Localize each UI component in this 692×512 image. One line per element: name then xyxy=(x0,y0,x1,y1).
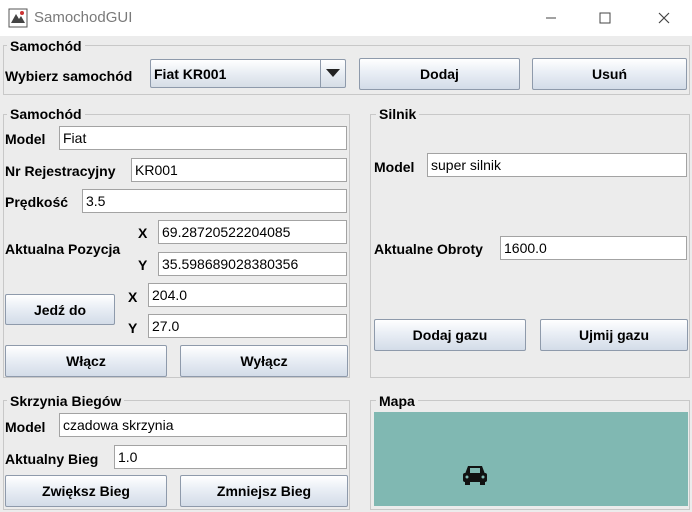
target-x-field[interactable]: 204.0 xyxy=(148,283,347,307)
car-model-field[interactable]: Fiat xyxy=(59,126,347,150)
target-y-field[interactable]: 27.0 xyxy=(148,314,347,338)
engine-model-label: Model xyxy=(374,159,415,175)
gearbox-model-label: Model xyxy=(5,419,46,435)
position-x-field[interactable]: 69.28720522204085 xyxy=(158,220,347,244)
engine-model-field[interactable]: super silnik xyxy=(427,153,687,177)
select-car-label: Wybierz samochód xyxy=(5,68,133,84)
registration-field[interactable]: KR001 xyxy=(131,158,347,182)
current-gear-label: Aktualny Bieg xyxy=(5,451,99,467)
rpm-label: Aktualne Obroty xyxy=(374,241,483,257)
gear-up-button[interactable]: Zwiększ Bieg xyxy=(5,475,167,507)
gearbox-model-field[interactable]: czadowa skrzynia xyxy=(59,413,347,437)
drive-to-button[interactable]: Jedź do xyxy=(5,294,115,325)
current-gear-field[interactable]: 1.0 xyxy=(114,445,347,469)
rpm-field[interactable]: 1600.0 xyxy=(500,236,687,260)
maximize-button[interactable] xyxy=(582,0,628,36)
position-label: Aktualna Pozycja xyxy=(5,241,121,257)
add-car-button[interactable]: Dodaj xyxy=(359,58,520,90)
target-y-label: Y xyxy=(128,320,138,336)
speed-field[interactable]: 3.5 xyxy=(82,189,347,213)
remove-car-button[interactable]: Usuń xyxy=(532,58,687,90)
gearbox-panel-legend: Skrzynia Biegów xyxy=(7,393,125,409)
throttle-down-button[interactable]: Ujmij gazu xyxy=(540,319,688,351)
car-model-label: Model xyxy=(5,131,46,147)
minimize-button[interactable] xyxy=(528,0,574,36)
car-icon xyxy=(462,463,488,487)
position-x-label: X xyxy=(138,225,148,241)
car-select-value: Fiat KR001 xyxy=(154,66,227,82)
turn-on-button[interactable]: Włącz xyxy=(5,345,167,377)
position-y-field[interactable]: 35.598689028380356 xyxy=(158,252,347,276)
close-icon xyxy=(658,12,670,24)
minimize-icon xyxy=(546,17,556,19)
chevron-down-icon xyxy=(326,69,340,77)
map-canvas[interactable] xyxy=(374,412,688,506)
map-panel-legend: Mapa xyxy=(376,393,418,409)
speed-label: Prędkość xyxy=(5,194,69,210)
gear-down-button[interactable]: Zmniejsz Bieg xyxy=(180,475,348,507)
turn-off-button[interactable]: Wyłącz xyxy=(180,345,348,377)
maximize-icon xyxy=(599,12,611,24)
dropdown-arrow-button[interactable] xyxy=(320,60,345,87)
window-title: SamochodGUI xyxy=(34,9,133,26)
car-selection-legend: Samochód xyxy=(7,38,85,54)
throttle-up-button[interactable]: Dodaj gazu xyxy=(374,319,526,351)
registration-label: Nr Rejestracyjny xyxy=(5,163,116,179)
target-x-label: X xyxy=(128,289,138,305)
car-panel-legend: Samochód xyxy=(7,106,85,122)
app-icon xyxy=(8,8,28,28)
position-y-label: Y xyxy=(138,257,148,273)
close-button[interactable] xyxy=(641,0,687,36)
engine-panel-legend: Silnik xyxy=(376,106,420,122)
